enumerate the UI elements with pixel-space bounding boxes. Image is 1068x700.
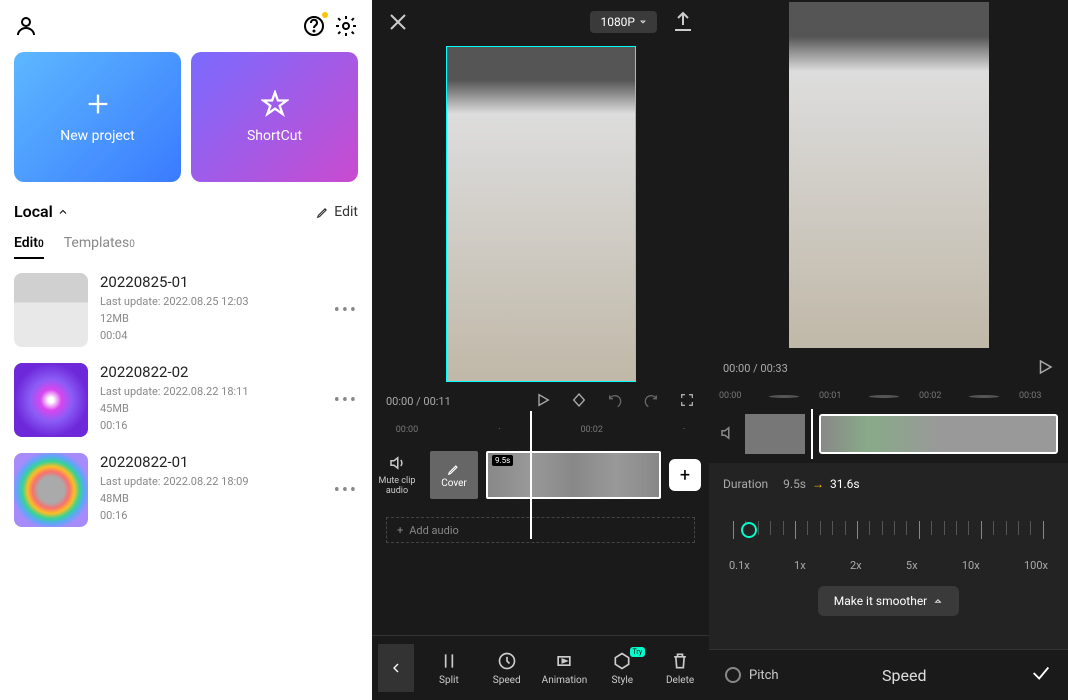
time-display: 00:00 / 00:33 xyxy=(723,362,788,375)
add-audio-button[interactable]: +Add audio xyxy=(386,517,695,543)
more-icon[interactable]: ••• xyxy=(334,300,358,321)
tool-speed[interactable]: Speed xyxy=(478,651,536,686)
tool-animation[interactable]: Animation xyxy=(536,651,594,686)
tool-split[interactable]: Split xyxy=(420,651,478,686)
project-item[interactable]: 20220822-01 Last update: 2022.08.22 18:0… xyxy=(14,453,358,527)
back-button[interactable] xyxy=(378,644,414,692)
play-icon[interactable] xyxy=(1036,358,1054,379)
edit-button[interactable]: Edit xyxy=(316,204,358,220)
video-clip[interactable] xyxy=(819,414,1058,454)
duration-display: Duration 9.5s → 31.6s xyxy=(723,477,1054,491)
project-thumbnail xyxy=(14,363,88,437)
speed-slider[interactable] xyxy=(723,515,1054,545)
new-project-button[interactable]: New project xyxy=(14,52,181,182)
close-icon[interactable] xyxy=(386,10,410,34)
project-size: 12MB xyxy=(100,312,322,325)
project-title: 20220822-02 xyxy=(100,363,322,381)
clip-thumb xyxy=(745,414,805,454)
project-title: 20220822-01 xyxy=(100,453,322,471)
timeline-ruler: 00:00 00:01 00:02 00:03 xyxy=(709,387,1068,405)
project-duration: 00:04 xyxy=(100,329,322,342)
panel-title: Speed xyxy=(882,666,926,685)
mute-clip-button[interactable]: Mute clip audio xyxy=(372,454,422,496)
playhead[interactable] xyxy=(530,411,532,539)
slider-handle[interactable] xyxy=(741,522,757,538)
video-clip[interactable] xyxy=(486,451,661,499)
add-clip-button[interactable]: + xyxy=(669,459,701,491)
project-updated: Last update: 2022.08.22 18:11 xyxy=(100,385,322,398)
pitch-toggle[interactable]: Pitch xyxy=(725,667,779,683)
project-thumbnail xyxy=(14,453,88,527)
video-preview[interactable] xyxy=(446,46,636,382)
section-local[interactable]: Local xyxy=(14,202,69,221)
tab-edit[interactable]: Edit0 xyxy=(14,235,44,259)
project-updated: Last update: 2022.08.22 18:09 xyxy=(100,475,322,488)
make-smoother-button[interactable]: Make it smoother xyxy=(818,586,960,616)
video-preview[interactable] xyxy=(789,2,989,348)
profile-icon[interactable] xyxy=(14,14,38,38)
project-thumbnail xyxy=(14,273,88,347)
undo-icon[interactable] xyxy=(607,392,623,411)
tool-delete[interactable]: Delete xyxy=(651,651,709,686)
fullscreen-icon[interactable] xyxy=(679,392,695,411)
project-size: 45MB xyxy=(100,402,322,415)
cover-button[interactable]: Cover xyxy=(430,451,478,499)
notification-dot xyxy=(322,12,328,18)
shortcut-label: ShortCut xyxy=(247,128,302,144)
keyframe-icon[interactable] xyxy=(571,392,587,411)
more-icon[interactable]: ••• xyxy=(334,390,358,411)
confirm-button[interactable] xyxy=(1030,662,1052,688)
new-project-label: New project xyxy=(60,128,135,144)
project-updated: Last update: 2022.08.25 12:03 xyxy=(100,295,322,308)
mute-icon[interactable] xyxy=(719,424,739,444)
project-title: 20220825-01 xyxy=(100,273,322,291)
tool-style[interactable]: TryStyle xyxy=(593,651,651,686)
settings-icon[interactable] xyxy=(334,14,358,38)
more-icon[interactable]: ••• xyxy=(334,480,358,501)
help-icon[interactable] xyxy=(302,14,326,38)
redo-icon[interactable] xyxy=(643,392,659,411)
timeline-ruler: 00:00·00:02· xyxy=(372,419,709,441)
play-icon[interactable] xyxy=(535,392,551,411)
shortcut-button[interactable]: ShortCut xyxy=(191,52,358,182)
project-duration: 00:16 xyxy=(100,419,322,432)
project-item[interactable]: 20220822-02 Last update: 2022.08.22 18:1… xyxy=(14,363,358,437)
project-size: 48MB xyxy=(100,492,322,505)
speed-labels: 0.1x1x2x5x10x100x xyxy=(723,559,1054,572)
playhead[interactable] xyxy=(811,409,813,459)
tab-templates[interactable]: Templates0 xyxy=(64,235,135,259)
radio-icon xyxy=(725,667,741,683)
export-icon[interactable] xyxy=(671,10,695,34)
project-duration: 00:16 xyxy=(100,509,322,522)
time-display: 00:00 / 00:11 xyxy=(386,395,451,408)
resolution-dropdown[interactable]: 1080P xyxy=(590,11,657,33)
project-item[interactable]: 20220825-01 Last update: 2022.08.25 12:0… xyxy=(14,273,358,347)
